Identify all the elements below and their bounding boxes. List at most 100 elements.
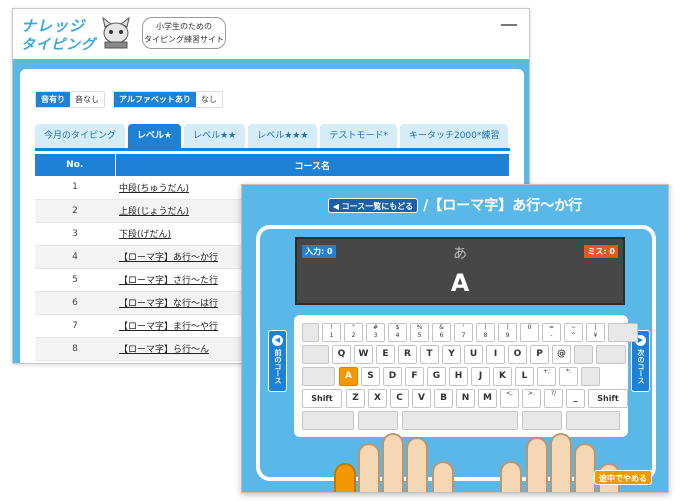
prev-course-button[interactable]: ◀ 前のコース xyxy=(268,330,287,392)
key-num-14[interactable] xyxy=(608,323,638,342)
key-num-6[interactable]: & 6 xyxy=(432,323,451,342)
menu-icon[interactable] xyxy=(501,24,517,26)
key-a[interactable]: A xyxy=(339,367,358,386)
tab-level3[interactable]: レベル★★★ xyxy=(248,124,318,148)
key-top-char: ! xyxy=(330,324,333,331)
key-num-2[interactable]: " 2 xyxy=(344,323,363,342)
key-tab[interactable] xyxy=(302,345,329,364)
key-num-0[interactable] xyxy=(302,323,319,342)
key-num-12[interactable]: ~ ^ xyxy=(564,323,583,342)
key-s[interactable]: S xyxy=(361,367,380,386)
key-d[interactable]: D xyxy=(383,367,402,386)
key-top-char: | xyxy=(594,324,597,331)
key-w[interactable]: W xyxy=(354,345,373,364)
sound-off-option[interactable]: 音なし xyxy=(70,92,104,107)
key-bottom-char: 5 xyxy=(417,332,422,339)
tab-level2[interactable]: レベル★★ xyxy=(184,124,246,148)
key-g[interactable]: G xyxy=(427,367,446,386)
course-title: /【ローマ字】あ行〜か行 xyxy=(423,198,583,214)
row-no: 3 xyxy=(35,222,115,246)
key-enter[interactable] xyxy=(596,345,626,364)
quit-button[interactable]: 途中でやめる xyxy=(594,470,652,485)
tab-monthly[interactable]: 今月のタイピング xyxy=(35,124,126,148)
key-symbol-10[interactable]: *: xyxy=(559,367,578,386)
key-v[interactable]: V xyxy=(412,389,431,408)
tab-keytouch[interactable]: キータッチ2000*練習 xyxy=(399,124,509,148)
key-u[interactable]: U xyxy=(464,345,483,364)
key-symbol-z8[interactable]: >. xyxy=(522,389,541,408)
key-bottom-char: 8 xyxy=(483,332,488,339)
site-header: ナレッジ タイピング 小学生のための タイピング練習サイト xyxy=(13,9,529,59)
tab-level1[interactable]: レベル★ xyxy=(128,124,182,148)
key-num-13[interactable]: | ¥ xyxy=(586,323,605,342)
site-tagline: 小学生のための タイピング練習サイト xyxy=(142,17,226,49)
alphabet-toggle: アルファベットあり なし xyxy=(113,91,223,108)
key-top-char: # xyxy=(372,324,379,331)
back-button-label: コース一覧にもどる xyxy=(341,201,414,211)
key-c[interactable]: C xyxy=(390,389,409,408)
row-no: 2 xyxy=(35,199,115,223)
key-bottom-char: 4 xyxy=(395,332,400,339)
key-bottom-char: - xyxy=(550,332,553,339)
back-to-list-button[interactable]: ◀ コース一覧にもどる xyxy=(327,197,419,213)
key-num-4[interactable]: $4 xyxy=(388,323,407,342)
key-num-5[interactable]: % 5 xyxy=(410,323,429,342)
key-n[interactable]: N xyxy=(456,389,475,408)
key-top-char: ) xyxy=(506,324,509,331)
tab-test-mode[interactable]: テストモード* xyxy=(320,124,397,148)
key-bracket-open[interactable] xyxy=(574,345,593,364)
key-_[interactable]: _ xyxy=(566,389,585,408)
finger xyxy=(406,437,428,492)
finger xyxy=(432,461,454,492)
key-x[interactable]: X xyxy=(368,389,387,408)
alphabet-on-option[interactable]: アルファベットあり xyxy=(114,92,196,107)
key-l[interactable]: L xyxy=(515,367,534,386)
key-z[interactable]: Z xyxy=(346,389,365,408)
key-symbol-z9[interactable]: ?/ xyxy=(544,389,563,408)
key-t[interactable]: T xyxy=(420,345,439,364)
alphabet-off-option[interactable]: なし xyxy=(195,92,222,107)
prev-course-label: 前のコース xyxy=(274,349,282,384)
key-r[interactable]: R xyxy=(398,345,417,364)
hand-guide xyxy=(322,425,622,492)
key-e[interactable]: E xyxy=(376,345,395,364)
key-m[interactable]: M xyxy=(478,389,497,408)
active-finger xyxy=(334,463,356,492)
key-p[interactable]: P xyxy=(530,345,549,364)
table-header-row: No. コース名 xyxy=(35,154,510,176)
key-j[interactable]: J xyxy=(471,367,490,386)
key-h[interactable]: H xyxy=(449,367,468,386)
key-f[interactable]: F xyxy=(405,367,424,386)
key-num-7[interactable]: ' 7 xyxy=(454,323,473,342)
key-bottom-char: ^ xyxy=(570,332,577,339)
row-no: 5 xyxy=(35,268,115,292)
key-symbol-z7[interactable]: <, xyxy=(500,389,519,408)
key-symbol-9[interactable]: +; xyxy=(537,367,556,386)
key-num-9[interactable]: ) 9 xyxy=(498,323,517,342)
key-top-char: & xyxy=(439,324,444,331)
key-bottom-char: 2 xyxy=(351,332,356,339)
site-logo[interactable]: ナレッジ タイピング xyxy=(21,15,137,53)
key-top-char: ' xyxy=(462,324,465,331)
key-k[interactable]: K xyxy=(493,367,512,386)
key-shift-left[interactable]: Shift xyxy=(302,389,342,408)
key-shift-right[interactable]: Shift xyxy=(588,389,628,408)
key-num-11[interactable]: = - xyxy=(542,323,561,342)
key-b[interactable]: B xyxy=(434,389,453,408)
key-@[interactable]: @ xyxy=(552,345,571,364)
key-bracket-close[interactable] xyxy=(581,367,600,386)
key-num-8[interactable]: (8 xyxy=(476,323,495,342)
key-num-3[interactable]: #3 xyxy=(366,323,385,342)
key-num-10[interactable]: 0 xyxy=(520,323,539,342)
level-tabs: 今月のタイピング レベル★ レベル★★ レベル★★★ テストモード* キータッチ… xyxy=(35,124,511,148)
key-caps[interactable] xyxy=(302,367,335,386)
key-top-char: " xyxy=(352,324,355,331)
key-q[interactable]: Q xyxy=(332,345,351,364)
finger xyxy=(382,433,404,492)
key-num-1[interactable]: ! 1 xyxy=(322,323,341,342)
logo-text-bottom: タイピング xyxy=(21,37,96,53)
key-y[interactable]: Y xyxy=(442,345,461,364)
key-o[interactable]: O xyxy=(508,345,527,364)
sound-on-option[interactable]: 音有り xyxy=(36,92,70,107)
key-i[interactable]: I xyxy=(486,345,505,364)
